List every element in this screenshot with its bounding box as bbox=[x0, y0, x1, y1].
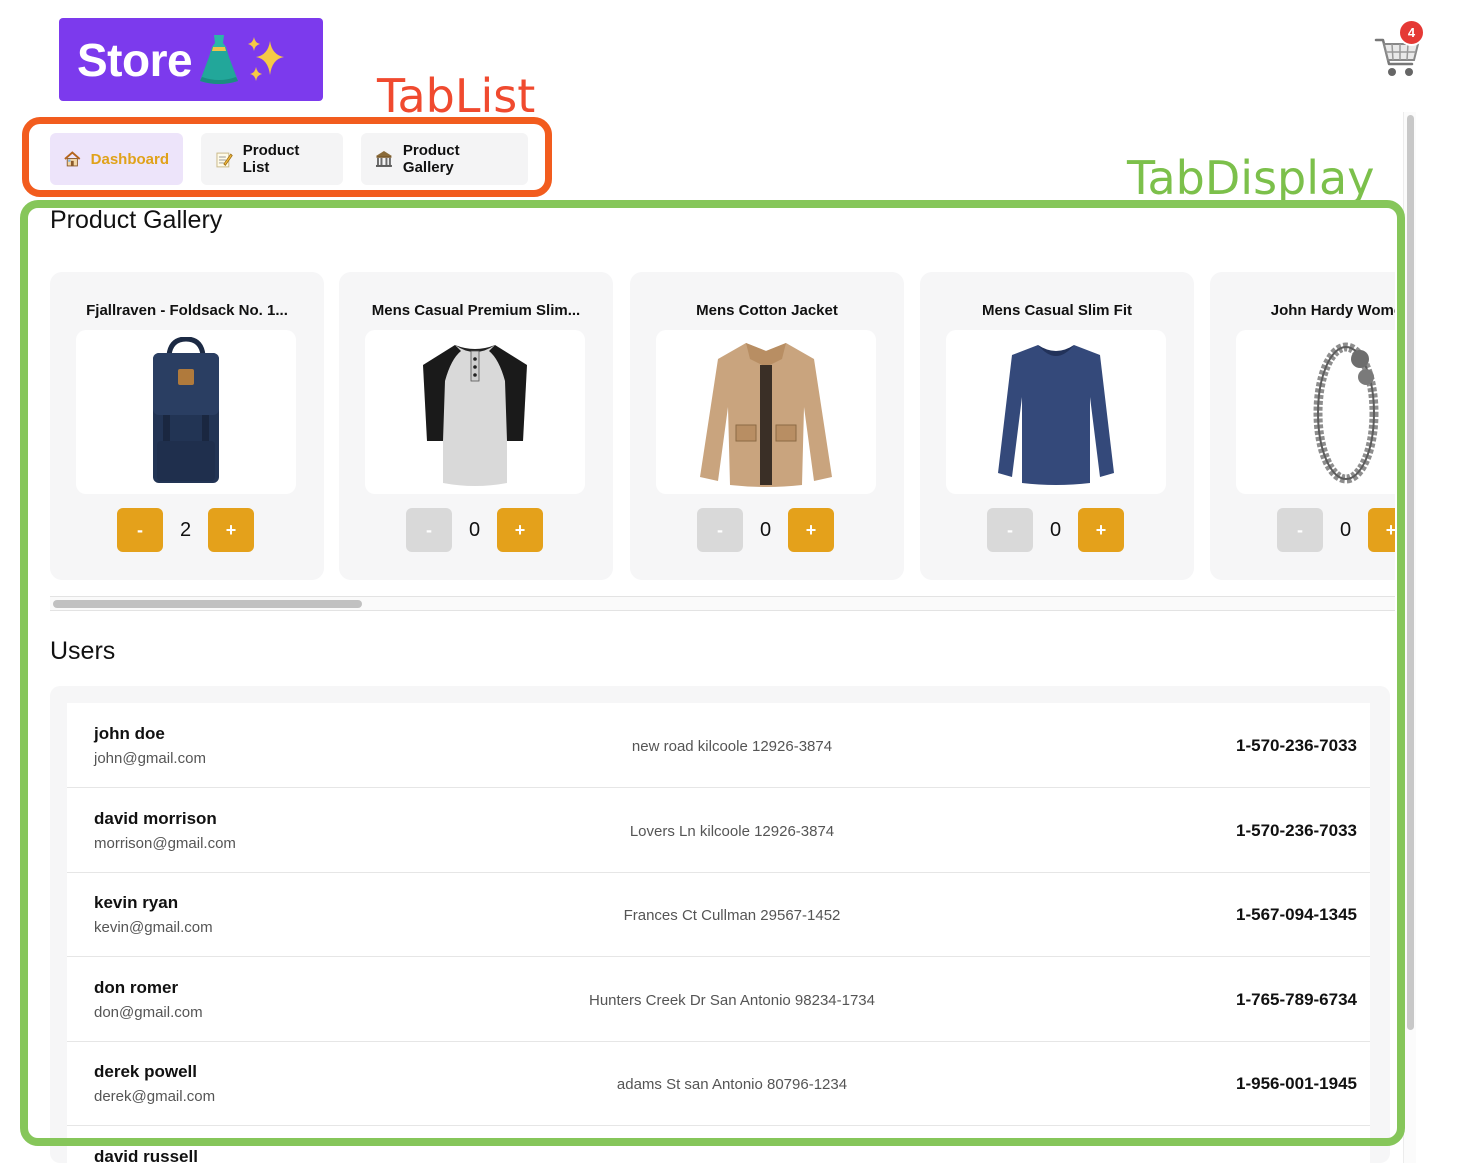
product-title: Mens Casual Premium Slim... bbox=[371, 302, 581, 319]
user-address: Lovers Ln kilcoole 12926-3874 bbox=[629, 823, 835, 840]
quantity-stepper: - 0 + bbox=[697, 508, 837, 552]
cart-count-badge: 4 bbox=[1398, 19, 1425, 46]
user-name: derek powell bbox=[94, 1062, 197, 1081]
dress-icon bbox=[200, 34, 239, 84]
product-card: Mens Casual Slim Fit - 0 + bbox=[920, 272, 1194, 580]
store-logo[interactable]: Store bbox=[59, 18, 323, 101]
cotton-jacket-image bbox=[700, 343, 832, 487]
user-email: derek@gmail.com bbox=[94, 1088, 216, 1105]
longsleeve-shirt-image bbox=[998, 345, 1114, 485]
user-phone: 1-956-001-1945 bbox=[1236, 1074, 1357, 1093]
gallery-horizontal-scrollbar[interactable] bbox=[50, 596, 1395, 611]
users-list: john doe john@gmail.com new road kilcool… bbox=[67, 703, 1370, 1163]
user-phone: 1-570-236-7033 bbox=[1236, 736, 1357, 755]
product-title: Fjallraven - Foldsack No. 1... bbox=[86, 302, 288, 319]
scrollbar-thumb[interactable] bbox=[1407, 115, 1414, 1030]
user-row: don romer don@gmail.com Hunters Creek Dr… bbox=[67, 957, 1370, 1042]
quantity-stepper: - 2 + bbox=[117, 508, 257, 552]
sparkles-icon bbox=[248, 36, 285, 81]
user-name: kevin ryan bbox=[94, 893, 179, 912]
decrease-button[interactable]: - bbox=[697, 508, 743, 552]
product-image[interactable] bbox=[656, 330, 876, 494]
user-email: john@gmail.com bbox=[94, 750, 206, 767]
user-email: morrison@gmail.com bbox=[94, 835, 236, 852]
house-icon bbox=[64, 151, 81, 167]
quantity-stepper: - 0 + bbox=[406, 508, 546, 552]
quantity-value: 0 bbox=[468, 518, 481, 541]
tab-label: Product Gallery bbox=[402, 142, 460, 176]
scrollbar-thumb[interactable] bbox=[53, 600, 362, 608]
increase-button[interactable]: + bbox=[208, 508, 254, 552]
decrease-button[interactable]: - bbox=[987, 508, 1033, 552]
backpack-image bbox=[153, 337, 219, 483]
product-title: Mens Cotton Jacket bbox=[696, 302, 838, 319]
tab-dashboard[interactable]: Dashboard bbox=[50, 133, 183, 185]
product-image[interactable] bbox=[76, 330, 296, 494]
tabdisplay-annotation-label: TabDisplay bbox=[1127, 151, 1375, 205]
logo-text: Store bbox=[77, 33, 193, 86]
user-address: adams St san Antonio 80796-1234 bbox=[616, 1076, 848, 1093]
page-vertical-scrollbar[interactable] bbox=[1403, 112, 1416, 1163]
increase-button[interactable]: + bbox=[1368, 508, 1395, 552]
tab-label: Product List bbox=[242, 142, 300, 176]
product-title: John Hardy Women's bbox=[1270, 302, 1395, 319]
product-title: Mens Casual Slim Fit bbox=[981, 302, 1133, 319]
product-card: Mens Casual Premium Slim... - 0 + bbox=[339, 272, 613, 580]
user-row: david russell bbox=[67, 1126, 1370, 1163]
quantity-value: 0 bbox=[759, 518, 772, 541]
product-image[interactable] bbox=[1236, 330, 1395, 494]
bracelet-image bbox=[1313, 342, 1379, 484]
raglan-tshirt-image bbox=[423, 345, 527, 486]
user-row: david morrison morrison@gmail.com Lovers… bbox=[67, 788, 1370, 873]
product-card: John Hardy Women's - 0 + bbox=[1210, 272, 1395, 580]
product-image[interactable] bbox=[365, 330, 585, 494]
user-phone: 1-567-094-1345 bbox=[1236, 905, 1357, 924]
user-phone: 1-765-789-6734 bbox=[1236, 990, 1357, 1009]
quantity-value: 2 bbox=[179, 518, 192, 541]
user-row: john doe john@gmail.com new road kilcool… bbox=[67, 703, 1370, 788]
product-gallery-title: Product Gallery bbox=[50, 206, 223, 234]
tablist-annotation-label: TabList bbox=[377, 69, 536, 123]
product-card: Fjallraven - Foldsack No. 1... - 2 + bbox=[50, 272, 324, 580]
increase-button[interactable]: + bbox=[497, 508, 543, 552]
tab-product-gallery[interactable]: Product Gallery bbox=[361, 133, 528, 185]
user-address: new road kilcoole 12926-3874 bbox=[631, 738, 833, 755]
quantity-stepper: - 0 + bbox=[987, 508, 1127, 552]
quantity-value: 0 bbox=[1339, 518, 1352, 541]
decrease-button[interactable]: - bbox=[406, 508, 452, 552]
user-row: derek powell derek@gmail.com adams St sa… bbox=[67, 1041, 1370, 1126]
classical-building-icon bbox=[375, 151, 392, 167]
user-name: john doe bbox=[94, 724, 165, 743]
user-name: don romer bbox=[94, 978, 179, 997]
users-title: Users bbox=[50, 637, 116, 665]
decrease-button[interactable]: - bbox=[117, 508, 163, 552]
increase-button[interactable]: + bbox=[1078, 508, 1124, 552]
user-address: Hunters Creek Dr San Antonio 98234-1734 bbox=[588, 992, 875, 1009]
tab-product-list[interactable]: Product List bbox=[201, 133, 343, 185]
user-email: kevin@gmail.com bbox=[94, 919, 213, 936]
quantity-stepper: - 0 + bbox=[1277, 508, 1395, 552]
decrease-button[interactable]: - bbox=[1277, 508, 1323, 552]
user-name: david russell bbox=[94, 1147, 198, 1163]
product-card: Mens Cotton Jacket - 0 + bbox=[630, 272, 904, 580]
user-email: don@gmail.com bbox=[94, 1004, 203, 1021]
quantity-value: 0 bbox=[1049, 518, 1062, 541]
increase-button[interactable]: + bbox=[788, 508, 834, 552]
tab-label: Dashboard bbox=[90, 150, 169, 168]
product-image[interactable] bbox=[946, 330, 1166, 494]
user-address: Frances Ct Cullman 29567-1452 bbox=[623, 907, 841, 924]
product-gallery-carousel[interactable]: Fjallraven - Foldsack No. 1... - 2 + Men… bbox=[50, 272, 1395, 582]
memo-icon bbox=[216, 152, 233, 168]
user-row: kevin ryan kevin@gmail.com Frances Ct Cu… bbox=[67, 872, 1370, 957]
users-panel: john doe john@gmail.com new road kilcool… bbox=[50, 686, 1390, 1163]
user-phone: 1-570-236-7033 bbox=[1236, 821, 1357, 840]
user-name: david morrison bbox=[94, 809, 217, 828]
